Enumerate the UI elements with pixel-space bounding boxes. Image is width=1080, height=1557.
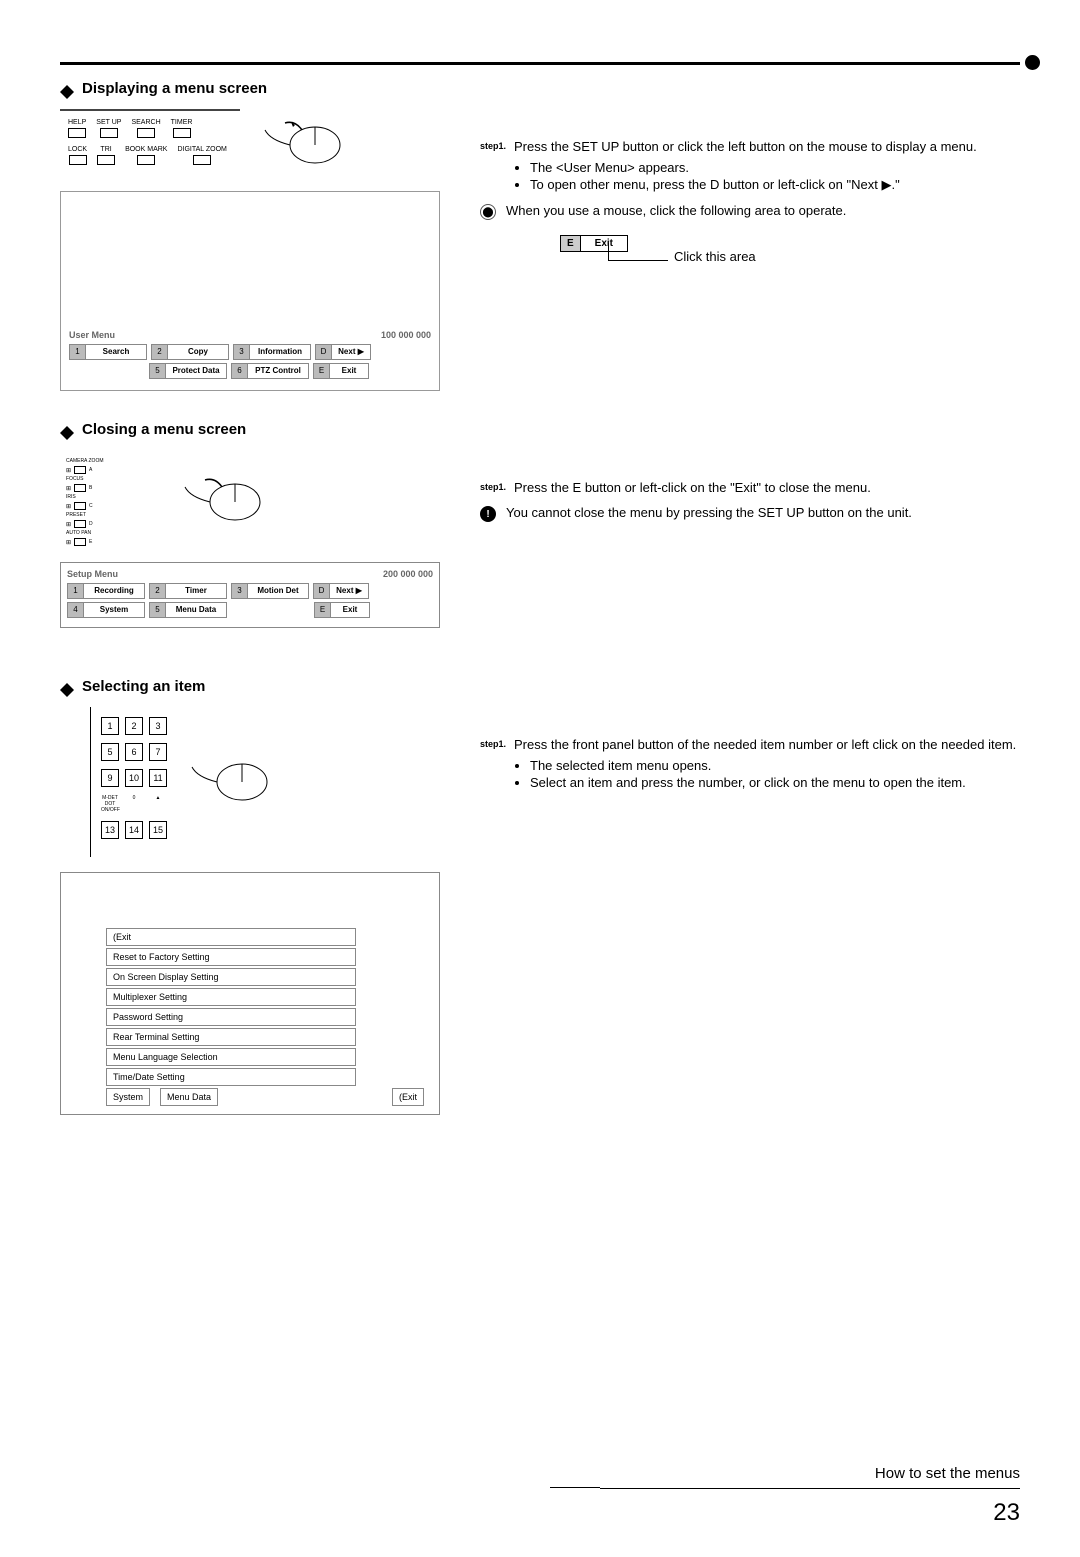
sys-item[interactable]: Reset to Factory Setting	[106, 948, 356, 966]
camera-control-panel: CAMERA ZOOM ⊞A FOCUS ⊞B IRIS ⊞C PRESET ⊞…	[60, 450, 160, 554]
sys-item[interactable]: (Exit	[106, 928, 356, 946]
page-header-rule	[60, 30, 1020, 65]
close-panel-illustration: CAMERA ZOOM ⊞A FOCUS ⊞B IRIS ⊞C PRESET ⊞…	[60, 450, 440, 554]
menu-btn-timer[interactable]: 2Timer	[149, 583, 227, 599]
system-menu-screen: (Exit Reset to Factory Setting On Screen…	[60, 872, 440, 1115]
mouse-icon	[187, 752, 277, 812]
menu-title: Setup Menu	[67, 569, 118, 579]
menu-btn-information[interactable]: 3Information	[233, 344, 311, 360]
menu-btn-recording[interactable]: 1Recording	[67, 583, 145, 599]
mouse-icon	[260, 115, 350, 175]
diamond-icon	[60, 683, 74, 690]
menu-btn-copy[interactable]: 2Copy	[151, 344, 229, 360]
display-bullets: The <User Menu> appears. To open other m…	[530, 160, 1020, 193]
section-heading-closing: Closing a menu screen	[60, 421, 1020, 438]
step-1-close: step1. Press the E button or left-click …	[480, 480, 1020, 495]
diamond-icon	[60, 85, 74, 92]
keypad-illustration: 1 2 3 5 6 7 9 10 11 M-DET	[60, 707, 440, 857]
sys-btn-menu-data[interactable]: Menu Data	[160, 1088, 218, 1106]
note-icon: ⬤	[480, 204, 496, 220]
sys-btn-exit[interactable]: (Exit	[392, 1088, 424, 1106]
select-bullets: The selected item menu opens. Select an …	[530, 758, 1020, 790]
menu-code: 200 000 000	[383, 569, 433, 579]
menu-title: User Menu	[69, 330, 115, 340]
menu-btn-search[interactable]: 1Search	[69, 344, 147, 360]
section-heading-selecting: Selecting an item	[60, 678, 1020, 695]
warning-icon: !	[480, 506, 496, 522]
menu-code: 100 000 000	[381, 330, 431, 340]
mouse-area-note: ⬤ When you use a mouse, click the follow…	[480, 203, 1020, 220]
close-warning-note: ! You cannot close the menu by pressing …	[480, 505, 1020, 522]
menu-btn-protect-data[interactable]: 5Protect Data	[149, 363, 227, 379]
mouse-icon	[180, 472, 270, 532]
sys-item[interactable]: Menu Language Selection	[106, 1048, 356, 1066]
menu-btn-exit[interactable]: EExit	[313, 363, 369, 379]
step-1-select: step1. Press the front panel button of t…	[480, 737, 1020, 752]
footer-title: How to set the menus	[600, 1465, 1020, 1482]
panel-illustration: HELP SET UP SEARCH TIMER LOCK TRI BOOK M…	[60, 109, 440, 181]
menu-btn-motion-det[interactable]: 3Motion Det	[231, 583, 309, 599]
sys-item[interactable]: On Screen Display Setting	[106, 968, 356, 986]
menu-btn-ptz-control[interactable]: 6PTZ Control	[231, 363, 309, 379]
menu-btn-menu-data[interactable]: 5Menu Data	[149, 602, 227, 618]
front-panel-buttons: HELP SET UP SEARCH TIMER LOCK TRI BOOK M…	[60, 109, 240, 181]
section-heading-displaying: Displaying a menu screen	[60, 80, 1020, 97]
sys-item[interactable]: Rear Terminal Setting	[106, 1028, 356, 1046]
step-1-display: step1. Press the SET UP button or click …	[480, 139, 1020, 154]
sys-item[interactable]: Multiplexer Setting	[106, 988, 356, 1006]
menu-btn-next[interactable]: DNext ▶	[313, 583, 369, 599]
diamond-icon	[60, 426, 74, 433]
heading-text: Displaying a menu screen	[82, 80, 267, 97]
exit-click-area-diagram: E Exit Click this area	[560, 235, 1020, 264]
setup-menu-screen: Setup Menu 200 000 000 1Recording 2Timer…	[60, 562, 440, 628]
page-number: 23	[600, 1499, 1020, 1527]
menu-btn-exit[interactable]: EExit	[314, 602, 370, 618]
sys-item[interactable]: Time/Date Setting	[106, 1068, 356, 1086]
menu-btn-next[interactable]: DNext ▶	[315, 344, 371, 360]
heading-text: Selecting an item	[82, 678, 205, 695]
menu-btn-system[interactable]: 4System	[67, 602, 145, 618]
user-menu-screen: User Menu 100 000 000 1Search 2Copy 3Inf…	[60, 191, 440, 391]
page-footer: How to set the menus 23	[600, 1465, 1020, 1527]
heading-text: Closing a menu screen	[82, 421, 246, 438]
sys-btn-system[interactable]: System	[106, 1088, 150, 1106]
sys-item[interactable]: Password Setting	[106, 1008, 356, 1026]
